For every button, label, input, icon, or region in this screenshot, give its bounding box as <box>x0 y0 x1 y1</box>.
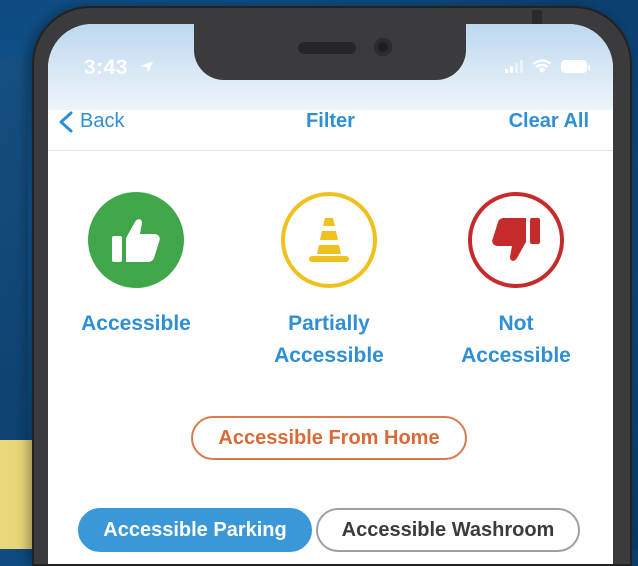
accessible-label: Accessible <box>81 312 191 335</box>
filter-option-accessible[interactable]: Accessible <box>48 192 226 340</box>
accessible-circle <box>88 192 184 288</box>
filter-option-partially-accessible[interactable]: Partially Accessible <box>239 192 419 372</box>
partially-label-line1: Partially <box>288 312 370 335</box>
app-screen: 3:43 Back Filter Clear All Accessible Pa… <box>48 24 613 564</box>
traffic-cone-icon <box>309 218 349 262</box>
front-camera <box>374 38 392 56</box>
filter-option-not-accessible[interactable]: Not Accessible <box>426 192 606 372</box>
wifi-icon <box>532 59 552 73</box>
system-icons <box>505 58 590 74</box>
not-label-line2: Accessible <box>461 344 571 367</box>
partially-accessible-circle <box>281 192 377 288</box>
speaker-grille <box>298 42 356 54</box>
thumbs-down-icon <box>492 218 540 261</box>
not-label-line1: Not <box>498 312 534 335</box>
navigation-bar: Back Filter Clear All <box>48 110 613 151</box>
accessible-washroom-chip[interactable]: Accessible Washroom <box>316 508 580 552</box>
partially-accessible-label: Partially Accessible <box>239 308 419 372</box>
phone-notch <box>194 24 466 80</box>
battery-icon <box>561 59 590 73</box>
accessible-parking-chip[interactable]: Accessible Parking <box>78 508 312 552</box>
thumbs-up-icon <box>112 219 160 262</box>
status-time: 3:43 <box>84 56 129 79</box>
status-bar: 3:43 <box>48 24 613 110</box>
signal-icon <box>505 59 523 73</box>
accessible-from-home-chip[interactable]: Accessible From Home <box>191 416 467 460</box>
not-accessible-circle <box>468 192 564 288</box>
clear-all-button[interactable]: Clear All <box>509 110 589 133</box>
location-arrow-icon <box>141 61 153 73</box>
partially-label-line2: Accessible <box>274 344 384 367</box>
not-accessible-label: Not Accessible <box>426 308 606 372</box>
